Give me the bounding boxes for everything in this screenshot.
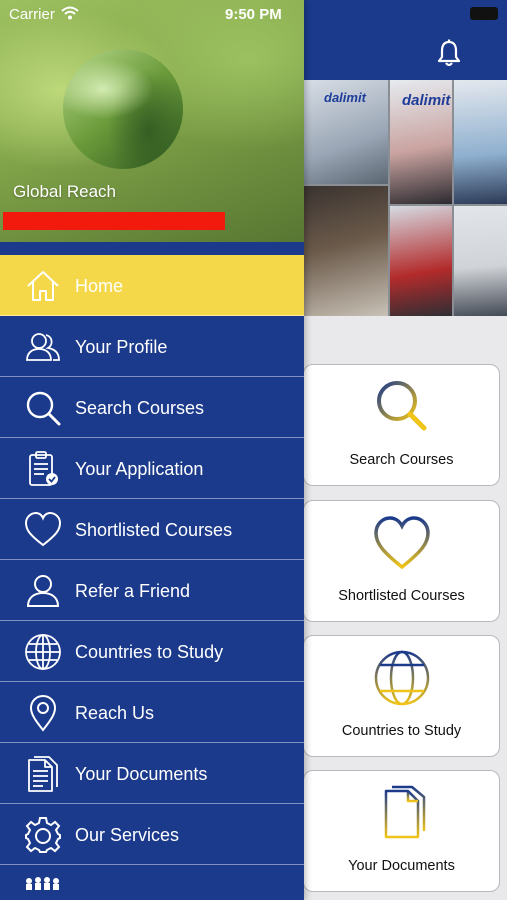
menu-item-label: Search Courses (75, 398, 205, 418)
hero-photo (454, 206, 507, 316)
menu-item-label: Home (75, 276, 124, 296)
menu-item-home[interactable]: Home (0, 255, 304, 316)
search-icon (376, 381, 426, 431)
menu-item-search-courses[interactable]: Search Courses (0, 377, 304, 438)
users-icon (26, 333, 60, 361)
globe-icon (374, 650, 429, 706)
card-label: Search Courses (349, 452, 454, 468)
battery-icon (470, 7, 498, 20)
card-search-courses[interactable]: Search Courses (303, 364, 500, 486)
divider (0, 242, 304, 254)
hero-photo-collage: dalimit dalimit (304, 80, 507, 316)
card-shortlisted-courses[interactable]: Shortlisted Courses (303, 500, 500, 622)
menu-item-reach-us[interactable]: Reach Us (0, 682, 304, 743)
menu-item-label: Shortlisted Courses (75, 520, 233, 540)
menu-item-shortlisted-courses[interactable]: Shortlisted Courses (0, 499, 304, 560)
brand-sign: dalimit (402, 92, 451, 109)
drawer-menu: Home Your Profile Search Courses Your Ap… (0, 255, 304, 865)
card-your-documents[interactable]: Your Documents (303, 770, 500, 892)
hero-photo (390, 206, 452, 316)
heart-icon (373, 516, 430, 570)
notification-bell-icon[interactable] (434, 38, 464, 68)
document-icon (384, 785, 425, 839)
location-pin-icon (29, 694, 57, 732)
menu-item-label: Your Profile (75, 337, 168, 357)
clipboard-icon (29, 451, 58, 486)
status-time: 9:50 PM (225, 6, 282, 23)
menu-item-label: Countries to Study (75, 642, 224, 662)
gear-icon (25, 817, 61, 853)
wifi-icon (61, 6, 79, 20)
hero-photo (304, 186, 388, 316)
card-label: Countries to Study (341, 723, 462, 739)
menu-item-refer-a-friend[interactable]: Refer a Friend (0, 560, 304, 621)
navigation-drawer: Global Reach Home Your Profile Search Co… (0, 0, 304, 900)
card-countries-to-study[interactable]: Countries to Study (303, 635, 500, 757)
menu-item-our-services[interactable]: Our Services (0, 804, 304, 865)
document-icon (28, 756, 58, 792)
carrier-label: Carrier (9, 6, 55, 23)
hero-photo (454, 80, 507, 204)
user-name: Global Reach (13, 182, 117, 201)
menu-item-your-application[interactable]: Your Application (0, 438, 304, 499)
globe-icon (25, 634, 61, 670)
menu-item-label: Refer a Friend (75, 581, 191, 601)
heart-icon (24, 511, 62, 547)
menu-item-label: Reach Us (75, 703, 155, 723)
menu-item-your-documents[interactable]: Your Documents (0, 743, 304, 804)
menu-item-label: Your Documents (75, 764, 208, 784)
menu-item-label: Your Application (75, 459, 204, 479)
search-icon (26, 391, 61, 426)
card-label: Shortlisted Courses (338, 588, 465, 604)
redacted-email-bar (3, 212, 225, 230)
people-group-icon (26, 877, 59, 890)
menu-item-countries-to-study[interactable]: Countries to Study (0, 621, 304, 682)
brand-sign: dalimit (324, 90, 366, 105)
card-label: Your Documents (348, 858, 455, 874)
drawer-header: Global Reach (0, 0, 304, 244)
avatar[interactable] (63, 49, 183, 169)
user-icon (26, 575, 60, 607)
home-icon (27, 271, 59, 301)
menu-item-your-profile[interactable]: Your Profile (0, 316, 304, 377)
status-bar: Carrier 9:50 PM (0, 0, 507, 28)
menu-item-label: Our Services (75, 825, 180, 845)
